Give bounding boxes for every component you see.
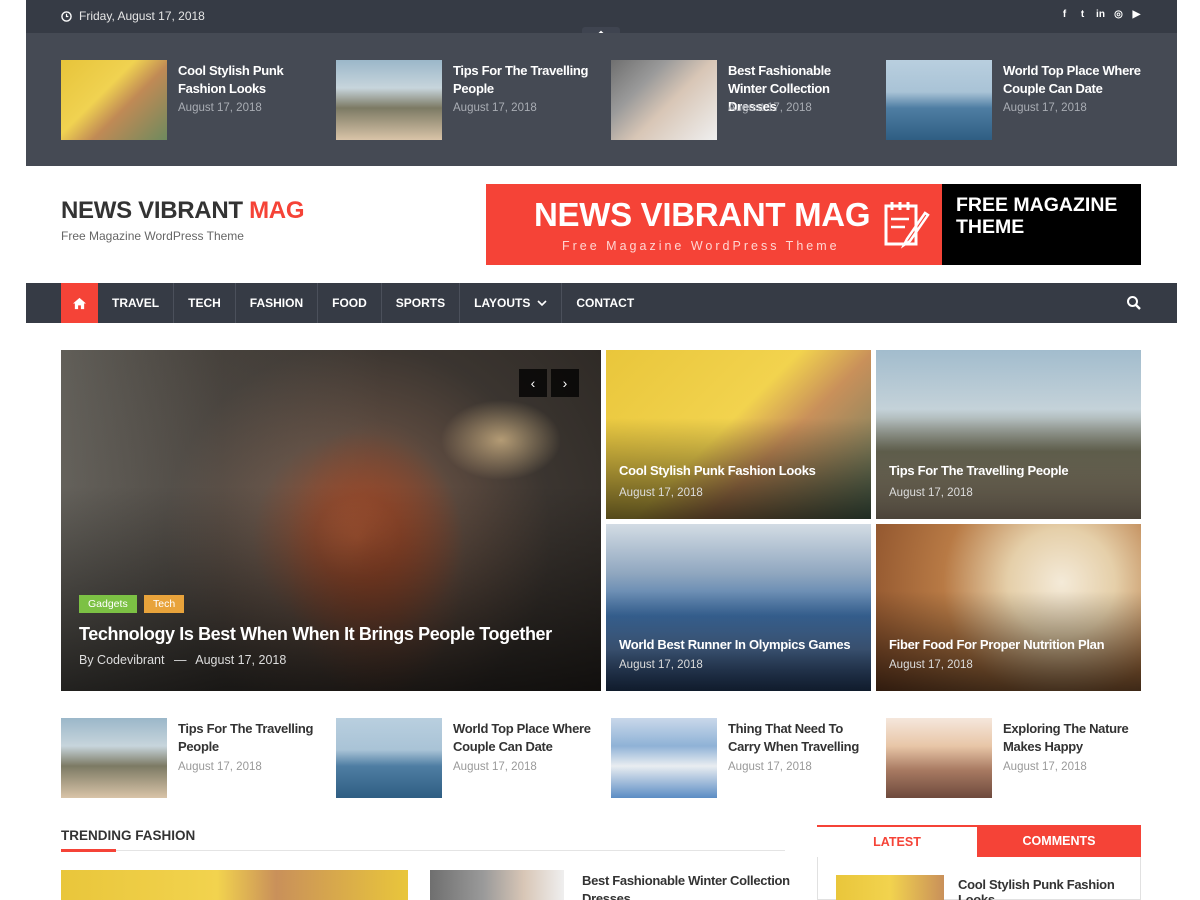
nav-item-layouts[interactable]: LAYOUTS [460, 283, 563, 323]
clock-icon [61, 10, 72, 22]
featured-tile[interactable]: Cool Stylish Punk Fashion Looks August 1… [606, 350, 871, 519]
post-title[interactable]: Exploring The Nature Makes Happy [1003, 720, 1143, 756]
search-icon[interactable] [1126, 295, 1142, 311]
youtube-icon[interactable]: ▶ [1131, 8, 1142, 22]
news-ticker: Cool Stylish Punk Fashion Looks August 1… [26, 33, 1177, 166]
post-title[interactable]: Tips For The Travelling People [178, 720, 318, 756]
chevron-down-icon [537, 300, 547, 307]
list-item[interactable]: Exploring The Nature Makes Happy August … [886, 718, 1146, 798]
post-date: August 17, 2018 [178, 761, 262, 773]
current-date: Friday, August 17, 2018 [61, 9, 205, 23]
category-badge-gadgets[interactable]: Gadgets [79, 595, 137, 613]
home-button[interactable] [61, 283, 98, 323]
tile-title[interactable]: Tips For The Travelling People [889, 463, 1069, 478]
twitter-icon[interactable]: t [1077, 8, 1088, 22]
post-title[interactable]: Thing That Need To Carry When Travelling [728, 720, 868, 756]
post-title[interactable]: World Top Place Where Couple Can Date [453, 720, 593, 756]
slider-next-button[interactable]: › [551, 369, 579, 397]
tile-date: August 17, 2018 [889, 487, 973, 499]
tab-latest[interactable]: LATEST [817, 825, 977, 857]
list-item[interactable]: Tips For The Travelling People August 17… [61, 718, 321, 798]
sidebar-tabs-widget: LATEST COMMENTS Cool Stylish Punk Fashio… [817, 825, 1141, 900]
section-divider-accent [61, 849, 116, 852]
social-links: f t in ◎ ▶ [1059, 8, 1142, 22]
tile-title[interactable]: Cool Stylish Punk Fashion Looks [619, 463, 816, 478]
post-title[interactable]: Cool Stylish Punk Fashion Looks [958, 877, 1140, 900]
post-title[interactable]: Best Fashionable Winter Collection Dress… [582, 872, 792, 900]
site-tagline: Free Magazine WordPress Theme [61, 229, 244, 243]
tab-comments[interactable]: COMMENTS [977, 825, 1141, 857]
post-thumbnail[interactable] [611, 60, 717, 140]
post-thumbnail[interactable] [611, 718, 717, 798]
page-wrapper: Friday, August 17, 2018 f t in ◎ ▶ Cool … [26, 0, 1177, 900]
ticker-title[interactable]: Tips For The Travelling People [453, 62, 593, 98]
nav-item-fashion[interactable]: FASHION [236, 283, 319, 323]
nav-item-food[interactable]: FOOD [318, 283, 382, 323]
post-thumbnail[interactable] [61, 870, 408, 900]
slider-arrows: ‹ › [519, 369, 579, 397]
post-thumbnail[interactable] [886, 718, 992, 798]
tile-date: August 17, 2018 [619, 659, 703, 671]
meta-separator: — [173, 653, 187, 667]
slide-title[interactable]: Technology Is Best When When It Brings P… [79, 624, 552, 645]
nav-menu: TRAVEL TECH FASHION FOOD SPORTS LAYOUTS … [98, 283, 648, 323]
tab-bar: LATEST COMMENTS [817, 825, 1141, 857]
notepad-pen-icon [884, 202, 930, 249]
ticker-date: August 17, 2018 [1003, 102, 1087, 114]
ticker-date: August 17, 2018 [728, 102, 812, 114]
ticker-item[interactable]: Best Fashionable Winter Collection Dress… [611, 60, 871, 140]
tile-date: August 17, 2018 [889, 659, 973, 671]
post-thumbnail[interactable] [886, 60, 992, 140]
ticker-item[interactable]: Tips For The Travelling People August 17… [336, 60, 596, 140]
featured-tile[interactable]: Fiber Food For Proper Nutrition Plan Aug… [876, 524, 1141, 691]
nav-item-contact[interactable]: CONTACT [562, 283, 648, 323]
tile-title[interactable]: Fiber Food For Proper Nutrition Plan [889, 637, 1105, 652]
header-ad-banner[interactable]: NEWS VIBRANT MAG Free Magazine WordPress… [486, 184, 1141, 265]
post-thumbnail[interactable] [336, 60, 442, 140]
banner-title: NEWS VIBRANT MAG [534, 196, 871, 233]
featured-tile[interactable]: World Best Runner In Olympics Games Augu… [606, 524, 871, 691]
featured-slider[interactable]: ‹ › Gadgets Tech Technology Is Best When… [61, 350, 601, 691]
ticker-item[interactable]: World Top Place Where Couple Can Date Au… [886, 60, 1146, 140]
nav-item-tech[interactable]: TECH [174, 283, 236, 323]
tile-date: August 17, 2018 [619, 487, 703, 499]
tile-title[interactable]: World Best Runner In Olympics Games [619, 637, 851, 652]
section-divider [61, 850, 785, 851]
nav-item-travel[interactable]: TRAVEL [98, 283, 175, 323]
post-date: August 17, 2018 [453, 761, 537, 773]
post-date: August 17, 2018 [1003, 761, 1087, 773]
ticker-title[interactable]: Cool Stylish Punk Fashion Looks [178, 62, 318, 98]
slide-meta: By Codevibrant — August 17, 2018 [79, 653, 286, 667]
list-item[interactable]: World Top Place Where Couple Can Date Au… [336, 718, 596, 798]
slide-author[interactable]: By Codevibrant [79, 653, 164, 667]
linkedin-icon[interactable]: in [1095, 8, 1106, 22]
ticker-title[interactable]: World Top Place Where Couple Can Date [1003, 62, 1143, 98]
category-badge-tech[interactable]: Tech [144, 595, 185, 613]
banner-subtitle: Free Magazine WordPress Theme [562, 239, 840, 253]
post-thumbnail[interactable] [836, 875, 944, 900]
home-icon [73, 297, 86, 309]
banner-right-block: FREE MAGAZINE THEME [942, 184, 1141, 265]
ticker-date: August 17, 2018 [178, 102, 262, 114]
nav-item-sports[interactable]: SPORTS [382, 283, 461, 323]
main-navigation: TRAVEL TECH FASHION FOOD SPORTS LAYOUTS … [26, 283, 1177, 323]
post-thumbnail[interactable] [430, 870, 564, 900]
post-thumbnail[interactable] [61, 718, 167, 798]
list-item[interactable]: Thing That Need To Carry When Travelling… [611, 718, 871, 798]
post-thumbnail[interactable] [336, 718, 442, 798]
featured-tile[interactable]: Tips For The Travelling People August 17… [876, 350, 1141, 519]
ticker-date: August 17, 2018 [453, 102, 537, 114]
post-date: August 17, 2018 [728, 761, 812, 773]
slide-date: August 17, 2018 [195, 653, 287, 667]
section-heading: TRENDING FASHION [61, 828, 196, 843]
facebook-icon[interactable]: f [1059, 8, 1070, 22]
ticker-item[interactable]: Cool Stylish Punk Fashion Looks August 1… [61, 60, 321, 140]
instagram-icon[interactable]: ◎ [1113, 8, 1124, 22]
post-thumbnail[interactable] [61, 60, 167, 140]
slider-prev-button[interactable]: ‹ [519, 369, 547, 397]
site-logo[interactable]: NEWS VIBRANT MAG [61, 197, 305, 225]
